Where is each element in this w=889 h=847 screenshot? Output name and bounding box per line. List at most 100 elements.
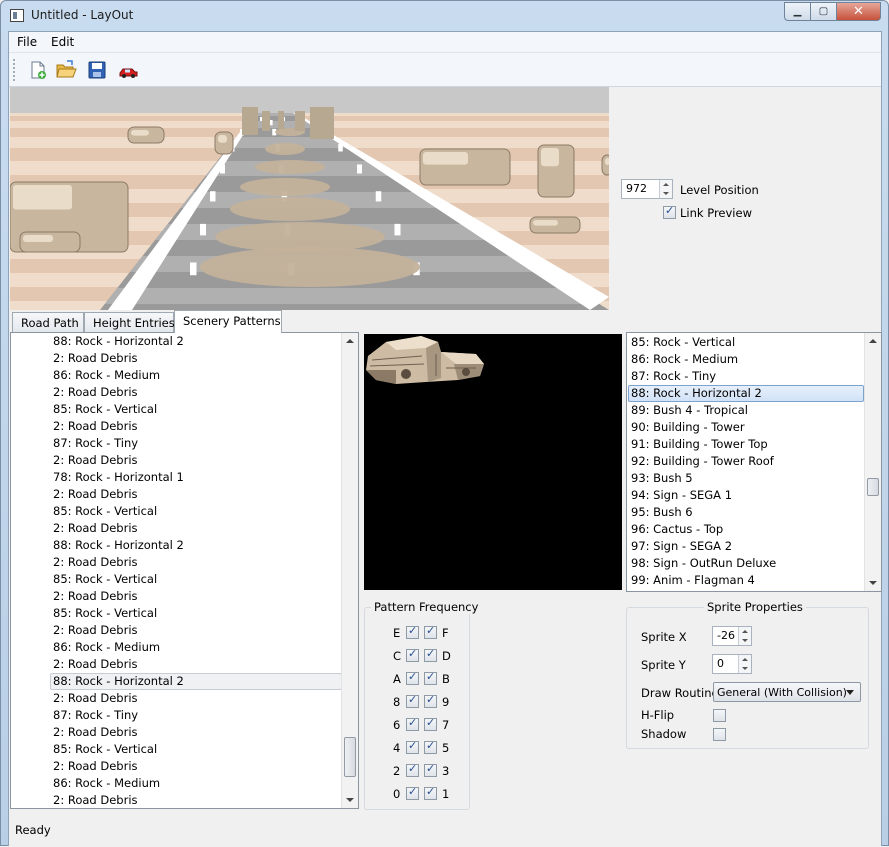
title-bar[interactable]: Untitled - LayOut ▁ ▢ ✕ bbox=[1, 1, 888, 31]
scroll-up-icon[interactable] bbox=[346, 339, 354, 343]
list-item[interactable]: 95: Bush 6 bbox=[631, 505, 693, 522]
list-item[interactable]: 85: Rock - Vertical bbox=[53, 606, 157, 623]
list-item[interactable]: 78: Rock - Horizontal 1 bbox=[53, 470, 184, 487]
frequency-bit-checkbox[interactable] bbox=[424, 647, 437, 662]
list-item[interactable]: 2: Road Debris bbox=[53, 555, 138, 572]
list-item[interactable]: 99: Anim - Flagman 4 bbox=[631, 573, 755, 590]
list-item[interactable]: 91: Building - Tower Top bbox=[631, 437, 768, 454]
spin-arrows-icon[interactable] bbox=[738, 655, 751, 673]
scroll-down-icon[interactable] bbox=[346, 798, 354, 802]
scroll-down-icon[interactable] bbox=[869, 581, 877, 585]
pattern-entries-list[interactable]: 88: Rock - Horizontal 2 2: Road Debris 86:… bbox=[10, 332, 359, 809]
hflip-checkbox[interactable] bbox=[713, 709, 726, 722]
frequency-bit-checkbox[interactable] bbox=[406, 739, 419, 754]
play-car-button[interactable] bbox=[117, 59, 139, 81]
scroll-up-icon[interactable] bbox=[869, 339, 877, 343]
sprite-x-value: -26 bbox=[717, 629, 735, 642]
shadow-checkbox[interactable] bbox=[713, 728, 726, 741]
frequency-bit-checkbox[interactable] bbox=[406, 693, 419, 708]
list-item[interactable]: 2: Road Debris bbox=[53, 351, 138, 368]
open-folder-button[interactable] bbox=[55, 59, 77, 81]
frequency-bit-checkbox[interactable] bbox=[406, 716, 419, 731]
menu-bar: File Edit bbox=[9, 32, 881, 53]
spin-arrows-icon[interactable] bbox=[659, 180, 672, 198]
level-position-spinbox[interactable]: 972 bbox=[621, 179, 673, 199]
frequency-bit-checkbox[interactable] bbox=[406, 647, 419, 662]
list-item[interactable]: 89: Bush 4 - Tropical bbox=[631, 403, 748, 420]
list-item[interactable]: 87: Rock - Tiny bbox=[631, 369, 716, 386]
list-item[interactable]: 88: Rock - Horizontal 2 bbox=[53, 674, 184, 691]
list-item[interactable]: 2: Road Debris bbox=[53, 521, 138, 538]
list-item[interactable]: 92: Building - Tower Roof bbox=[631, 454, 774, 471]
list-item[interactable]: 90: Building - Tower bbox=[631, 420, 745, 437]
save-button[interactable] bbox=[86, 59, 108, 81]
frequency-bit-checkbox[interactable] bbox=[424, 739, 437, 754]
scroll-thumb[interactable] bbox=[867, 478, 879, 496]
link-preview-checkbox[interactable] bbox=[663, 204, 676, 219]
minimize-button[interactable]: ▁ bbox=[784, 2, 811, 21]
list-item[interactable]: 2: Road Debris bbox=[53, 385, 138, 402]
list-item[interactable]: 97: Sign - SEGA 2 bbox=[631, 539, 732, 556]
list-item[interactable]: 98: Sign - OutRun Deluxe bbox=[631, 556, 776, 573]
toolbar-grip-icon[interactable] bbox=[13, 59, 16, 81]
list-item[interactable]: 85: Rock - Vertical bbox=[53, 572, 157, 589]
frequency-bit-checkbox[interactable] bbox=[424, 693, 437, 708]
list-item[interactable]: 86: Rock - Medium bbox=[631, 352, 738, 369]
tab-scenery-patterns[interactable]: Scenery Patterns bbox=[174, 310, 282, 333]
menu-file[interactable]: File bbox=[17, 35, 37, 49]
list-item[interactable]: 86: Rock - Medium bbox=[53, 640, 160, 657]
list-item[interactable]: 85: Rock - Vertical bbox=[631, 335, 735, 352]
list-item[interactable]: 88: Rock - Horizontal 2 bbox=[631, 386, 762, 403]
list-item[interactable]: 2: Road Debris bbox=[53, 589, 138, 606]
frequency-bit-checkbox[interactable] bbox=[424, 716, 437, 731]
frequency-bit-checkbox[interactable] bbox=[406, 785, 419, 800]
frequency-bit-checkbox[interactable] bbox=[424, 670, 437, 685]
frequency-bit-label: 9 bbox=[442, 695, 450, 709]
list-item[interactable]: 93: Bush 5 bbox=[631, 471, 693, 488]
frequency-bit-label: 3 bbox=[442, 764, 450, 778]
list-item[interactable]: 85: Rock - Vertical bbox=[53, 402, 157, 419]
frequency-bit-checkbox[interactable] bbox=[424, 624, 437, 639]
list-item[interactable]: 2: Road Debris bbox=[53, 759, 138, 776]
list-item[interactable]: 2: Road Debris bbox=[53, 725, 138, 742]
pattern-list-scrollbar[interactable] bbox=[341, 333, 358, 808]
draw-routine-select[interactable]: General (With Collision) bbox=[713, 682, 861, 702]
tab-height-entries[interactable]: Height Entries bbox=[84, 312, 175, 333]
list-item[interactable]: 85: Rock - Vertical bbox=[53, 504, 157, 521]
frequency-bit-checkbox[interactable] bbox=[424, 785, 437, 800]
list-item[interactable]: 86: Rock - Medium bbox=[53, 776, 160, 793]
spin-arrows-icon[interactable] bbox=[738, 627, 751, 645]
toolbar bbox=[9, 53, 881, 87]
list-item[interactable]: 85: Rock - Vertical bbox=[53, 742, 157, 759]
close-button[interactable]: ✕ bbox=[837, 2, 881, 21]
list-item[interactable]: 96: Cactus - Top bbox=[631, 522, 723, 539]
frequency-bit-checkbox[interactable] bbox=[406, 624, 419, 639]
list-item[interactable]: 2: Road Debris bbox=[53, 419, 138, 436]
list-item[interactable]: 94: Sign - SEGA 1 bbox=[631, 488, 732, 505]
sprite-y-spinbox[interactable]: 0 bbox=[712, 654, 752, 674]
list-item[interactable]: 86: Rock - Medium bbox=[53, 368, 160, 385]
new-file-button[interactable] bbox=[27, 59, 49, 81]
frequency-bit-checkbox[interactable] bbox=[406, 762, 419, 777]
scroll-thumb[interactable] bbox=[344, 737, 356, 777]
list-item[interactable]: 2: Road Debris bbox=[53, 487, 138, 504]
frequency-bit-checkbox[interactable] bbox=[424, 762, 437, 777]
list-item[interactable]: 88: Rock - Horizontal 2 bbox=[53, 334, 184, 351]
list-item[interactable]: 2: Road Debris bbox=[53, 623, 138, 640]
list-item[interactable]: 2: Road Debris bbox=[53, 657, 138, 674]
road-preview-canvas[interactable] bbox=[10, 87, 609, 310]
list-item[interactable]: 2: Road Debris bbox=[53, 691, 138, 708]
list-item[interactable]: 2: Road Debris bbox=[53, 453, 138, 470]
list-item[interactable]: 87: Rock - Tiny bbox=[53, 708, 138, 725]
frequency-bit-checkbox[interactable] bbox=[406, 670, 419, 685]
tab-road-path[interactable]: Road Path bbox=[12, 312, 84, 333]
sprite-list-scrollbar[interactable] bbox=[864, 333, 881, 591]
maximize-button[interactable]: ▢ bbox=[811, 2, 837, 21]
frequency-bit-label: F bbox=[442, 626, 449, 640]
list-item[interactable]: 87: Rock - Tiny bbox=[53, 436, 138, 453]
list-item[interactable]: 2: Road Debris bbox=[53, 793, 138, 808]
list-item[interactable]: 88: Rock - Horizontal 2 bbox=[53, 538, 184, 555]
menu-edit[interactable]: Edit bbox=[51, 35, 74, 49]
sprite-x-spinbox[interactable]: -26 bbox=[712, 626, 752, 646]
sprite-type-list[interactable]: 85: Rock - Vertical 86: Rock - Medium 87: … bbox=[626, 332, 882, 592]
